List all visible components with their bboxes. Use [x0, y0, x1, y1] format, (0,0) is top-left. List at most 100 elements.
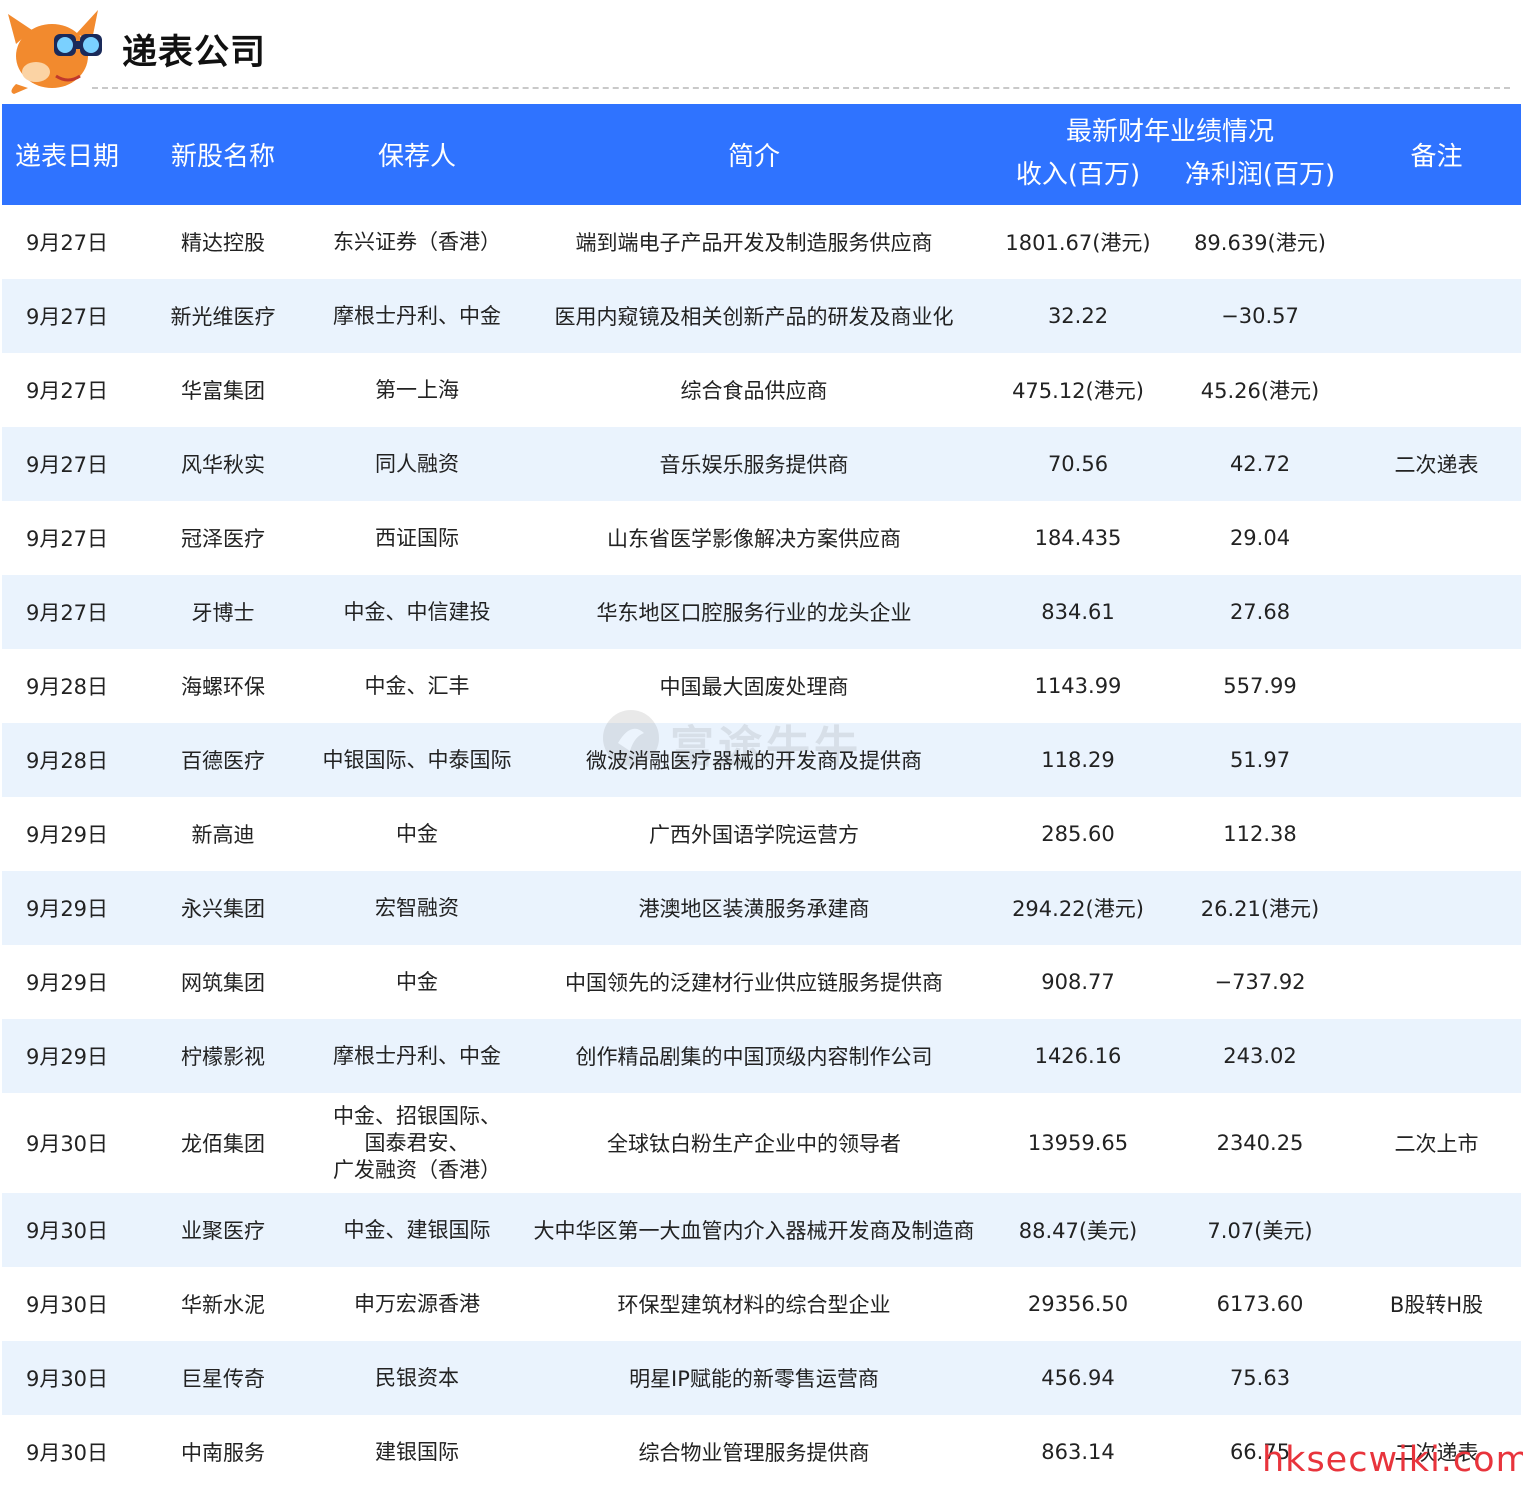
header-profit: 净利润(百万): [1168, 152, 1353, 205]
cell-revenue: 908.77: [1041, 970, 1115, 994]
cell-sponsor: 民银资本: [314, 1341, 520, 1415]
cell-revenue: 32.22: [988, 279, 1168, 353]
sponsor-line: 宏智融资: [375, 895, 459, 920]
cell-date: 9月29日: [2, 871, 132, 945]
cell-name: 牙博士: [132, 575, 314, 649]
table-row: 9月29日 永兴集团 宏智融资 港澳地区装潢服务承建商 294.22(港元) 26.21(…: [2, 871, 1522, 945]
cell-profit: 26.21(港元): [1168, 871, 1353, 945]
table-row: 9月27日 精达控股 东兴证券（香港） 端到端电子产品开发及制造服务供应商 1801.6…: [2, 205, 1521, 279]
cell-sponsor: 申万宏源香港: [314, 1267, 520, 1341]
cell-note: [1352, 205, 1521, 279]
table-row: 9月27日 牙博士 中金、中信建投 华东地区口腔服务行业的龙头企业 834.61 27.6…: [2, 575, 1522, 649]
cell-date: 9月27日: [2, 575, 132, 649]
cell-sponsor: 第一上海: [314, 353, 520, 427]
cell-profit: −737.92: [1214, 970, 1306, 994]
cell-date: 9月29日: [25, 823, 109, 847]
cell-note: [1352, 1341, 1522, 1415]
cell-intro: 综合食品供应商: [680, 379, 828, 403]
cell-profit: −30.57: [1168, 279, 1353, 353]
cell-date: 9月30日: [25, 1132, 109, 1156]
sponsor-line: 民银资本: [375, 1365, 459, 1390]
sponsor-line: 中金、招银国际、: [333, 1103, 501, 1128]
cell-revenue: 88.47(美元): [988, 1193, 1168, 1267]
divider: [92, 87, 1510, 89]
header-sponsor: 保荐人: [314, 104, 520, 205]
cell-intro: 音乐娱乐服务提供商: [520, 427, 988, 501]
cell-note: [1352, 723, 1522, 797]
cell-date: 9月27日: [2, 427, 132, 501]
cell-intro: 微波消融医疗器械的开发商及提供商: [520, 723, 988, 797]
cell-revenue: 1143.99: [1034, 674, 1122, 698]
table-row: 9月29日 网筑集团 中金 中国领先的泛建材行业供应链服务提供商 908.77 −737.…: [2, 945, 1521, 1019]
page-header: 递表公司: [0, 0, 1523, 100]
cell-sponsor: 中金、汇丰: [314, 649, 520, 723]
sponsor-line: 中金: [396, 821, 438, 846]
cell-profit: 51.97: [1168, 723, 1353, 797]
cell-revenue: 1801.67(港元): [1005, 231, 1151, 255]
cell-sponsor: 中银国际、中泰国际: [314, 723, 520, 797]
cell-note: [1352, 649, 1521, 723]
cell-profit: 7.07(美元): [1168, 1193, 1353, 1267]
cell-note: 二次递表: [1352, 427, 1522, 501]
cell-revenue: 13959.65: [1027, 1131, 1129, 1155]
cell-revenue: 863.14: [1041, 1440, 1115, 1464]
cell-note: [1352, 279, 1522, 353]
cell-date: 9月28日: [2, 723, 132, 797]
cell-date: 9月30日: [25, 1293, 109, 1317]
bull-mascot-binoculars-icon: [8, 10, 102, 94]
cell-name: 中南服务: [181, 1441, 265, 1465]
cell-sponsor: 建银国际: [314, 1415, 520, 1489]
cell-intro: 大中华区第一大血管内介入器械开发商及制造商: [520, 1193, 988, 1267]
table-row: 9月30日 华新水泥 申万宏源香港 环保型建筑材料的综合型企业 29356.50 6173…: [2, 1267, 1521, 1341]
cell-note: [1352, 1193, 1522, 1267]
cell-sponsor: 摩根士丹利、中金: [314, 279, 520, 353]
cell-profit: 2340.25: [1216, 1131, 1304, 1155]
cell-intro: 环保型建筑材料的综合型企业: [617, 1293, 891, 1317]
table-row: 9月27日 冠泽医疗 西证国际 山东省医学影像解决方案供应商 184.435 29.04: [2, 501, 1521, 575]
site-watermark: hksecwiki.com: [1262, 1440, 1523, 1480]
sponsor-line: 广发融资（香港）: [333, 1157, 501, 1182]
cell-date: 9月30日: [2, 1193, 132, 1267]
sponsor-line: 中金、汇丰: [364, 673, 470, 698]
cell-revenue: 456.94: [988, 1341, 1168, 1415]
cell-intro: 全球钛白粉生产企业中的领导者: [607, 1132, 901, 1156]
cell-note: [1352, 501, 1521, 575]
table-row: 9月27日 华富集团 第一上海 综合食品供应商 475.12(港元) 45.26(港元): [2, 353, 1521, 427]
cell-name: 永兴集团: [132, 871, 314, 945]
cell-profit: 27.68: [1168, 575, 1353, 649]
cell-date: 9月29日: [2, 1019, 132, 1093]
cell-name: 柠檬影视: [132, 1019, 314, 1093]
cell-sponsor: 中金: [314, 797, 520, 871]
header-note: 备注: [1352, 104, 1522, 205]
cell-sponsor: 宏智融资: [314, 871, 520, 945]
cell-sponsor: 东兴证券（香港）: [314, 205, 520, 279]
cell-sponsor: 中金、中信建投: [314, 575, 520, 649]
cell-name: 业聚医疗: [132, 1193, 314, 1267]
cell-sponsor: 中金: [314, 945, 520, 1019]
cell-revenue: 118.29: [988, 723, 1168, 797]
cell-date: 9月30日: [2, 1341, 132, 1415]
sponsor-line: 摩根士丹利、中金: [333, 303, 501, 328]
page-title: 递表公司: [122, 33, 267, 73]
cell-intro: 广西外国语学院运营方: [649, 823, 859, 847]
cell-profit: 557.99: [1223, 674, 1297, 698]
sponsor-line: 第一上海: [375, 377, 459, 402]
table-row: 9月30日 巨星传奇 民银资本 明星IP赋能的新零售运营商 456.94 75.63: [2, 1341, 1522, 1415]
table-row: 9月29日 柠檬影视 摩根士丹利、中金 创作精品剧集的中国顶级内容制作公司 1426.1…: [2, 1019, 1522, 1093]
cell-intro: 中国领先的泛建材行业供应链服务提供商: [565, 971, 943, 995]
cell-profit: 29.04: [1229, 526, 1291, 550]
cell-note: B股转H股: [1389, 1293, 1484, 1317]
table-row: 9月27日 新光维医疗 摩根士丹利、中金 医用内窥镜及相关创新产品的研发及商业化 32.…: [2, 279, 1522, 353]
cell-revenue: 1426.16: [988, 1019, 1168, 1093]
cell-profit: 112.38: [1223, 822, 1297, 846]
cell-date: 9月27日: [25, 379, 109, 403]
table-row: 9月30日 龙佰集团 中金、招银国际、 国泰君安、 广发融资（香港） 全球钛白粉生产企业中…: [2, 1093, 1521, 1193]
cell-date: 9月29日: [25, 971, 109, 995]
header-performance-group: 最新财年业绩情况: [988, 104, 1353, 152]
table-row: 9月29日 新高迪 中金 广西外国语学院运营方 285.60 112.38: [2, 797, 1521, 871]
sponsor-line: 申万宏源香港: [354, 1291, 480, 1316]
cell-note: [1352, 797, 1521, 871]
cell-name: 海螺环保: [181, 675, 265, 699]
cell-name: 精达控股: [181, 231, 265, 255]
cell-name: 网筑集团: [181, 971, 265, 995]
